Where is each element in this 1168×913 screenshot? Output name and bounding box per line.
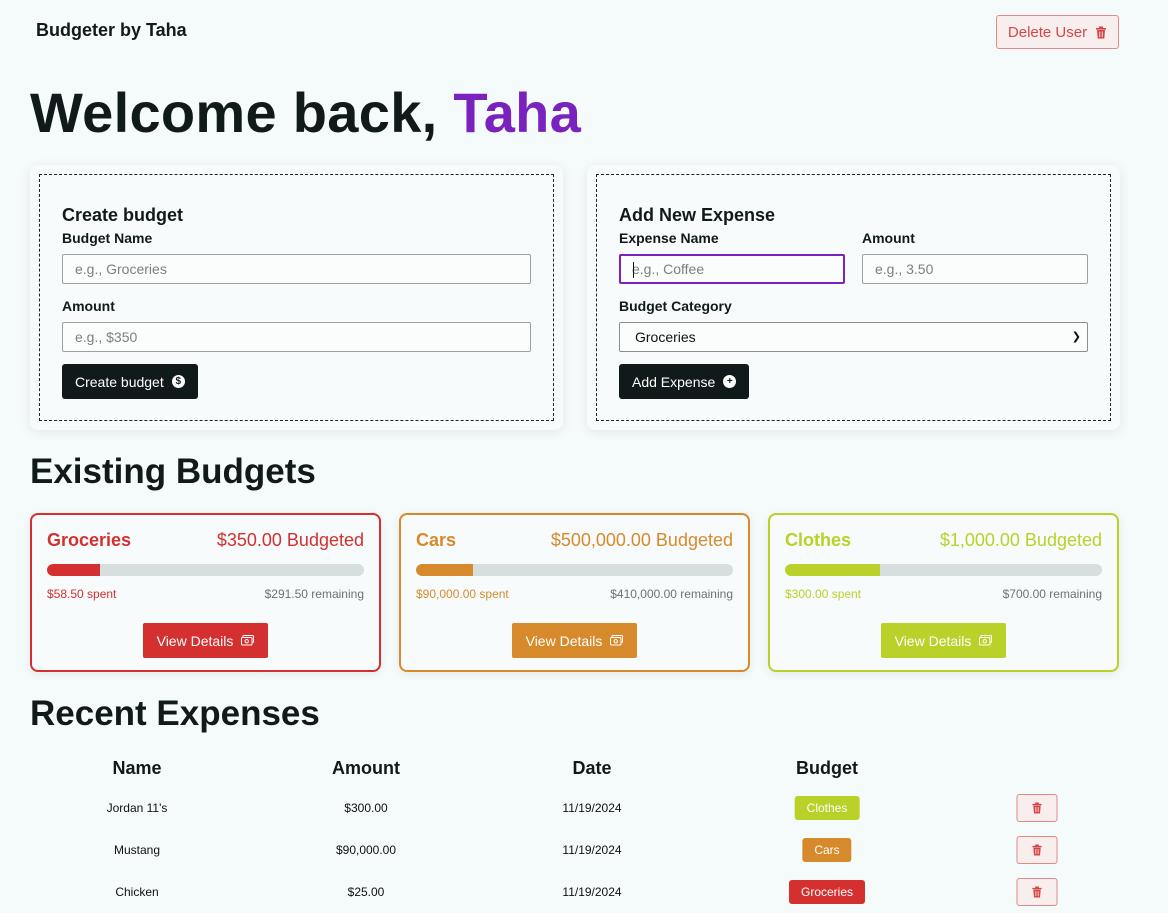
budget-name: Cars (416, 530, 457, 550)
budget-card: Cars $500,000.00 Budgeted $90,000.00 spent… (399, 513, 750, 672)
brand-link[interactable]: Budgeter by Taha (36, 20, 187, 41)
budget-name-label: Budget Name (62, 230, 153, 246)
welcome-heading: Welcome back, Taha (30, 80, 581, 145)
delete-expense-button[interactable] (1016, 878, 1058, 906)
add-expense-form: Add New Expense Expense Name e.g., Coffe… (596, 174, 1111, 421)
create-budget-button[interactable]: Create budget $ (62, 364, 198, 399)
budget-amount: $500,000.00 Budgeted (550, 530, 733, 550)
recent-expenses-heading: Recent Expenses (30, 694, 320, 733)
create-budget-card: Create budget Budget Name e.g., Grocerie… (30, 165, 563, 430)
view-details-button[interactable]: View Details (512, 623, 637, 658)
budget-category-select[interactable]: Groceries ❯ (619, 322, 1088, 352)
trash-icon (1032, 886, 1042, 898)
delete-expense-button[interactable] (1016, 836, 1058, 864)
expense-amount-cell: $25.00 (347, 885, 385, 899)
budget-badge-link[interactable]: Groceries (788, 880, 866, 904)
delete-user-button[interactable]: Delete User (996, 15, 1119, 49)
add-expense-title: Add New Expense (619, 205, 776, 225)
budget-amount-label: Amount (62, 298, 115, 314)
expense-date-cell: 11/19/2024 (562, 801, 622, 815)
view-details-button[interactable]: View Details (881, 623, 1006, 658)
budget-progress-fill (416, 564, 474, 576)
budget-remaining: $291.50 remaining (264, 587, 364, 601)
trash-icon (1032, 802, 1042, 814)
expense-name-cell: Jordan 11's (106, 801, 168, 815)
expense-amount-label: Amount (862, 230, 915, 246)
column-header-budget: Budget (796, 758, 858, 778)
existing-budgets-heading: Existing Budgets (30, 452, 316, 491)
view-details-button[interactable]: View Details (143, 623, 268, 658)
user-name: Taha (453, 81, 582, 144)
budget-amount: $1,000.00 Budgeted (939, 530, 1102, 550)
add-expense-card: Add New Expense Expense Name e.g., Coffe… (587, 165, 1120, 430)
view-details-label: View Details (525, 632, 603, 649)
budget-category-label: Budget Category (619, 298, 732, 314)
budget-spent: $58.50 spent (47, 587, 117, 601)
budget-badge-link[interactable]: Clothes (794, 796, 860, 820)
trash-icon (1032, 844, 1042, 856)
budget-progress-bar (47, 564, 364, 576)
currency-dollar-icon: $ (171, 375, 185, 388)
budget-amount-input[interactable]: e.g., $350 (62, 322, 531, 352)
add-expense-button-label: Add Expense (632, 373, 716, 390)
expense-name-cell: Chicken (115, 885, 159, 899)
budget-remaining: $410,000.00 remaining (610, 587, 733, 601)
welcome-prefix: Welcome back, (30, 81, 438, 144)
add-expense-button[interactable]: Add Expense + (619, 364, 750, 399)
expense-amount-input[interactable]: e.g., 3.50 (862, 254, 1088, 284)
navbar: Budgeter by Taha Delete User (0, 0, 1168, 64)
budget-progress-fill (47, 564, 100, 576)
budget-card: Clothes $1,000.00 Budgeted $300.00 spent $7… (768, 513, 1119, 672)
expense-name-input[interactable]: e.g., Coffee (619, 254, 845, 284)
budget-card: Groceries $350.00 Budgeted $58.50 spent $29… (30, 513, 381, 672)
expense-date-cell: 11/19/2024 (562, 843, 622, 857)
budget-progress-bar (416, 564, 733, 576)
budget-remaining: $700.00 remaining (1002, 587, 1102, 601)
table-row: Jordan 11's $300.00 11/19/2024 Clothes (30, 787, 1120, 829)
budget-spent: $90,000.00 spent (416, 587, 509, 601)
create-budget-button-label: Create budget (75, 373, 164, 390)
chevron-down-icon: ❯ (1071, 331, 1081, 343)
delete-user-label: Delete User (1007, 23, 1088, 41)
budget-name: Groceries (47, 530, 132, 550)
cash-icon (610, 635, 624, 646)
delete-expense-button[interactable] (1016, 794, 1058, 822)
budget-category-value: Groceries (635, 329, 696, 345)
budget-amount: $350.00 Budgeted (216, 530, 364, 550)
view-details-label: View Details (894, 632, 972, 649)
plus-circle-icon: + (723, 375, 737, 388)
expense-amount-cell: $300.00 (344, 801, 388, 815)
expense-name-label: Expense Name (619, 230, 719, 246)
budget-spent: $300.00 spent (785, 587, 862, 601)
budget-name-input[interactable]: e.g., Groceries (62, 254, 531, 284)
create-budget-form: Create budget Budget Name e.g., Grocerie… (39, 174, 554, 421)
table-row: Chicken $25.00 11/19/2024 Groceries (30, 871, 1120, 913)
budget-name: Clothes (785, 530, 852, 550)
budget-badge-link[interactable]: Cars (802, 838, 852, 862)
trash-icon (1096, 26, 1107, 38)
table-row: Mustang $90,000.00 11/19/2024 Cars (30, 829, 1120, 871)
budget-progress-bar (785, 564, 1102, 576)
expense-amount-cell: $90,000.00 (335, 843, 397, 857)
create-budget-title: Create budget (62, 205, 184, 225)
column-header-date: Date (572, 758, 612, 778)
column-header-amount: Amount (332, 758, 400, 778)
expense-name-cell: Mustang (113, 843, 161, 857)
column-header-name: Name (112, 758, 162, 778)
expense-date-cell: 11/19/2024 (562, 885, 622, 899)
view-details-label: View Details (156, 632, 234, 649)
cash-icon (241, 635, 255, 646)
budget-progress-fill (785, 564, 881, 576)
cash-icon (979, 635, 993, 646)
